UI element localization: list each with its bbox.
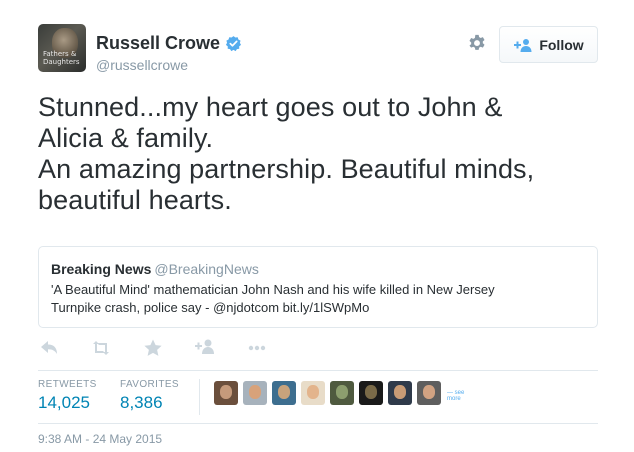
favorites-count: 8,386 <box>120 393 163 412</box>
favoriter-avatar[interactable] <box>359 381 383 405</box>
favoriter-avatar[interactable] <box>272 381 296 405</box>
favorites-label: FAVORITES <box>120 379 179 390</box>
favorite-star-icon[interactable] <box>142 337 164 359</box>
follow-button[interactable]: Follow <box>499 26 598 63</box>
screen-name[interactable]: @russellcrowe <box>96 57 188 73</box>
stats-divider <box>199 379 200 415</box>
add-person-icon <box>514 38 532 52</box>
favoriter-avatar[interactable] <box>417 381 441 405</box>
favoriter-avatar[interactable] <box>214 381 238 405</box>
display-name[interactable]: Russell Crowe <box>96 33 220 54</box>
favoriter-avatar[interactable] <box>388 381 412 405</box>
favoriter-avatar[interactable] <box>330 381 354 405</box>
avatar-caption: Fathers & Daughters <box>43 50 80 66</box>
favoriter-avatar[interactable] <box>243 381 267 405</box>
gear-icon[interactable] <box>466 33 488 55</box>
quoted-tweet-header: Breaking News @BreakingNews <box>51 260 585 278</box>
more-options-icon[interactable] <box>246 337 268 359</box>
follow-label: Follow <box>539 36 584 53</box>
favorites-stat[interactable]: FAVORITES 8,386 <box>120 379 179 413</box>
tweet-timestamp[interactable]: 9:38 AM - 24 May 2015 <box>38 432 162 446</box>
user-name-row[interactable]: Russell Crowe <box>96 33 242 54</box>
quoted-tweet-handle: @BreakingNews <box>154 261 259 277</box>
more-favoriters-link[interactable]: — see more <box>447 390 473 402</box>
retweets-stat[interactable]: RETWEETS 14,025 <box>38 379 97 413</box>
quoted-tweet-name: Breaking News <box>51 261 152 277</box>
add-person-icon[interactable] <box>194 337 216 359</box>
quoted-tweet[interactable]: Breaking News @BreakingNews 'A Beautiful … <box>38 246 598 328</box>
retweets-count: 14,025 <box>38 393 90 412</box>
quoted-tweet-text: 'A Beautiful Mind' mathematician John Na… <box>51 282 495 315</box>
tweet-text: Stunned...my heart goes out to John & Al… <box>38 92 535 215</box>
retweets-label: RETWEETS <box>38 379 97 390</box>
verified-badge-icon <box>225 36 242 52</box>
reply-icon[interactable] <box>38 337 60 359</box>
favoriter-avatar[interactable] <box>301 381 325 405</box>
tweet-stats: RETWEETS 14,025 FAVORITES 8,386 — see mo… <box>38 370 598 424</box>
user-avatar[interactable]: Fathers & Daughters <box>38 24 86 72</box>
retweet-icon[interactable] <box>90 337 112 359</box>
